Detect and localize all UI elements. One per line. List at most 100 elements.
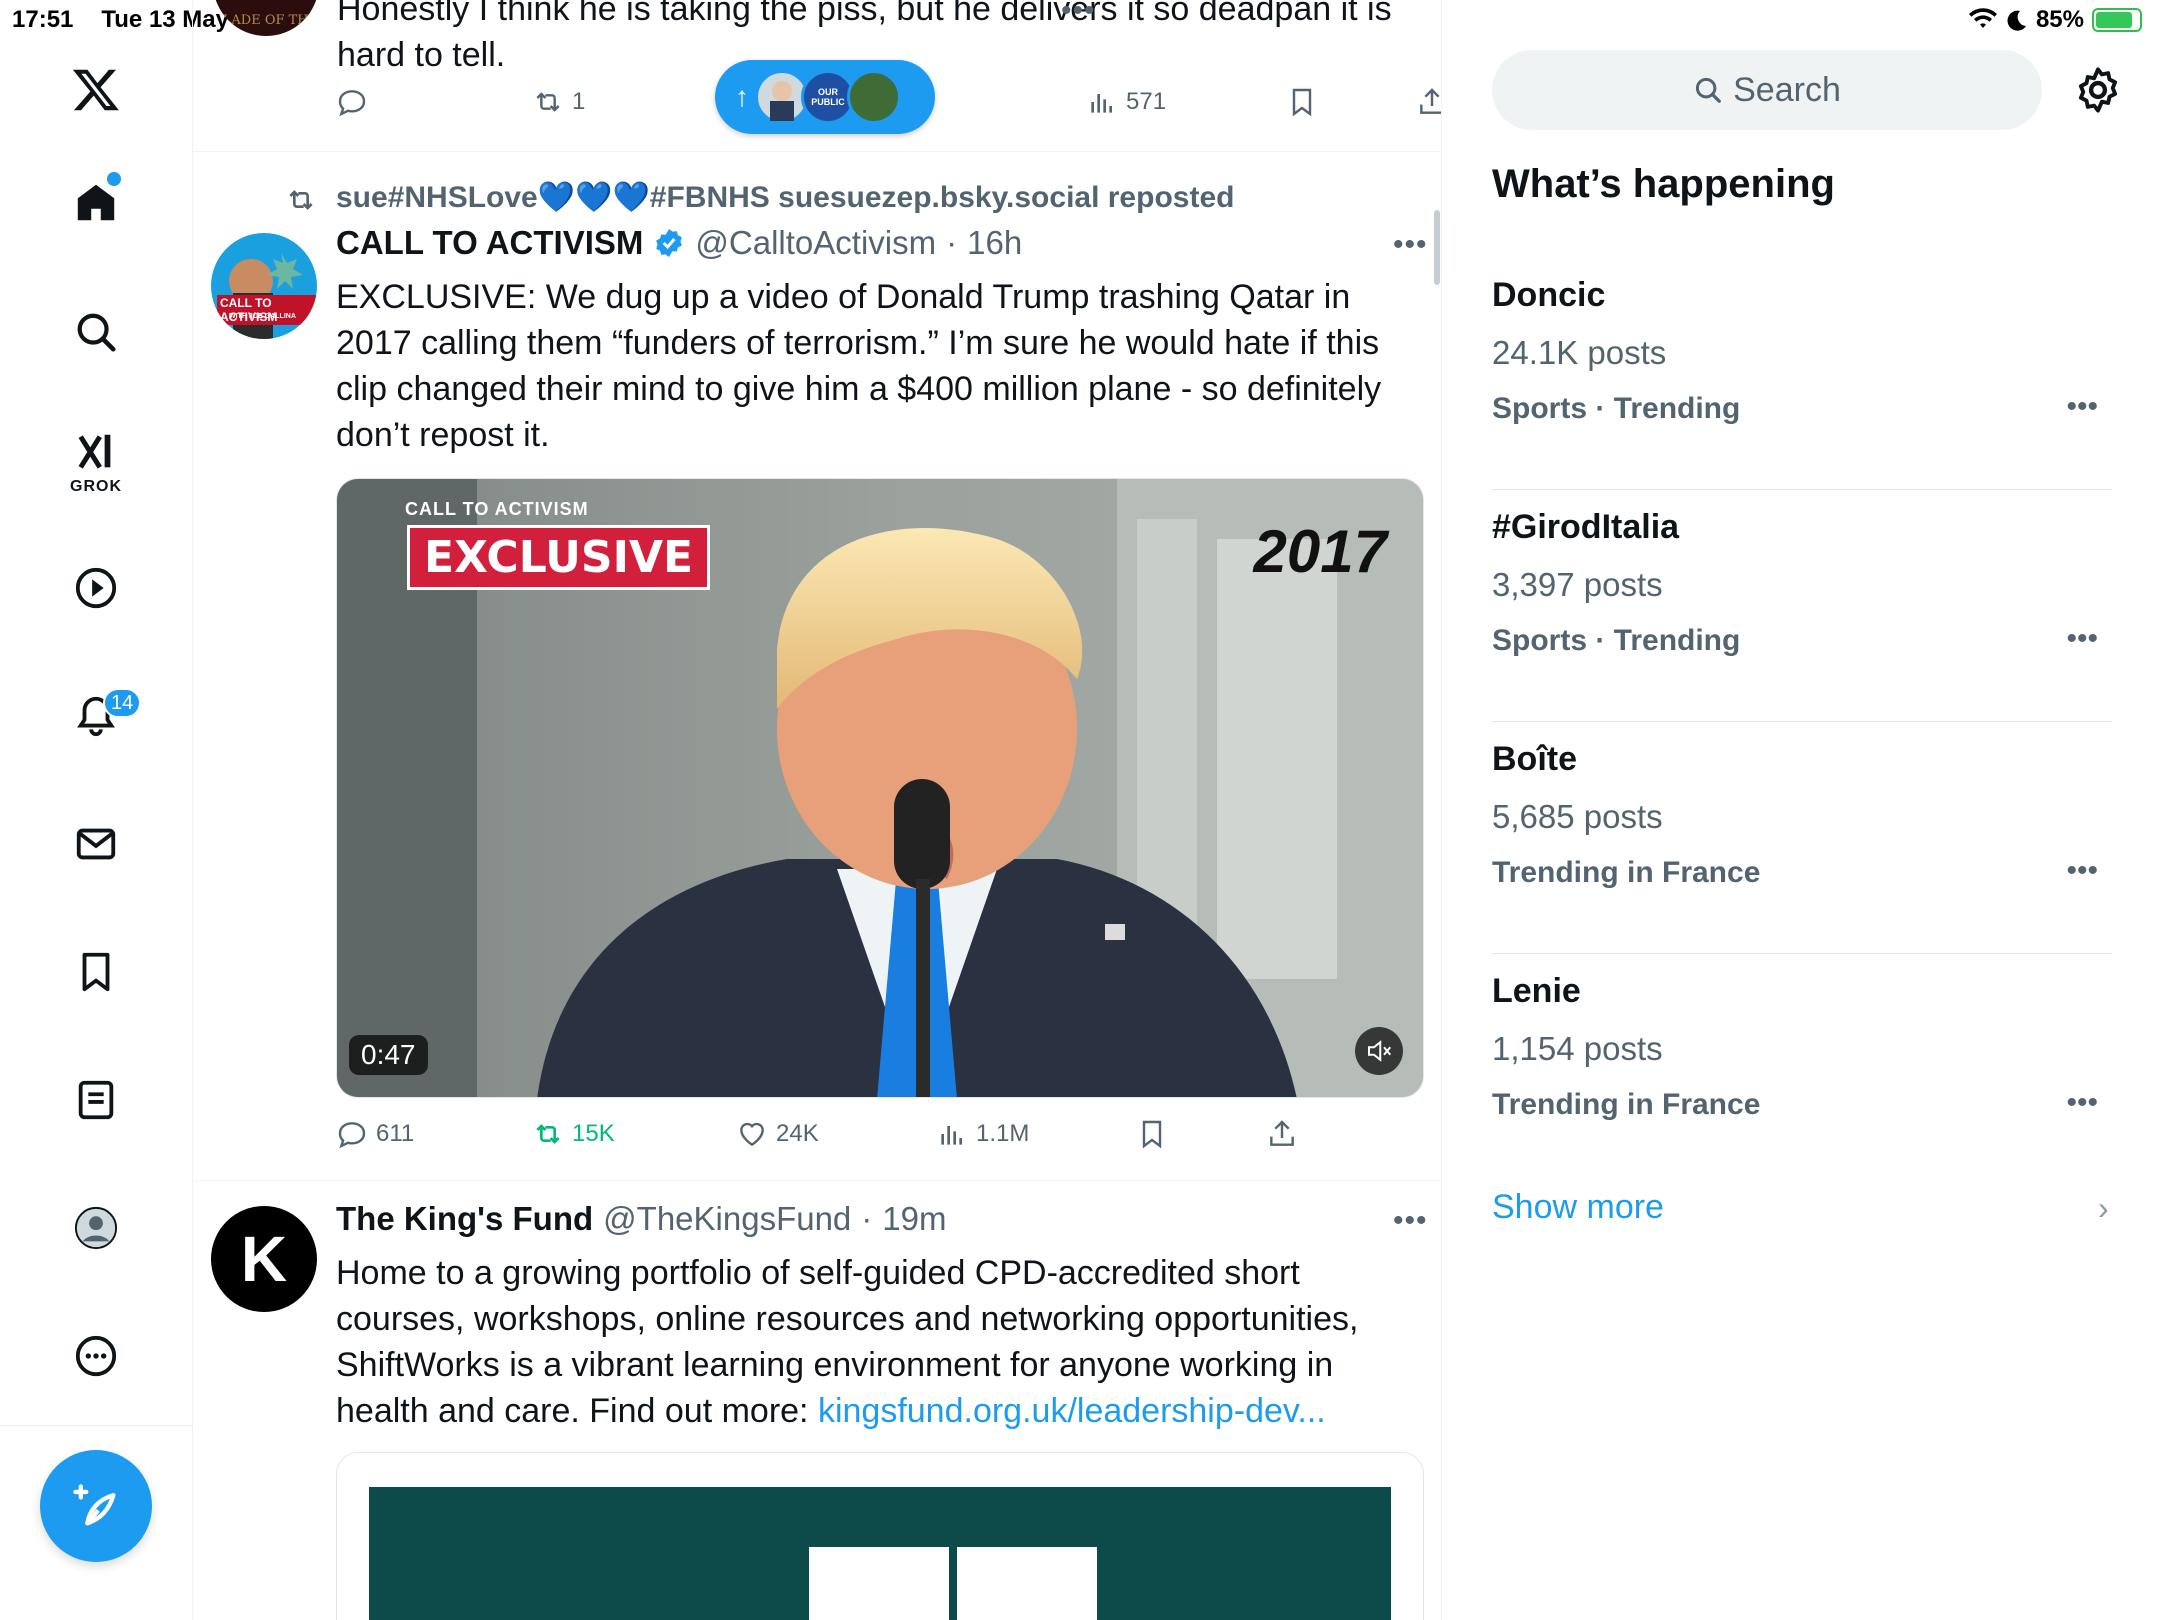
call-to-activism-avatar[interactable]: CALL TO ACTIVISM WITH JOE GALLINA [211,233,317,339]
arrow-up-icon: ↑ [735,81,749,112]
post1-video[interactable]: CALL TO ACTIVISM EXCLUSIVE 2017 0:47 [336,478,1424,1098]
heart-icon [740,1122,764,1147]
link-card[interactable] [336,1452,1424,1620]
trend-context: Trending in France [1492,856,1761,889]
x-logo-icon[interactable] [66,60,126,120]
trend-name: Boîte [1492,740,1577,778]
lists-icon[interactable] [66,1070,126,1130]
author-handle[interactable]: @TheKingsFund [603,1200,851,1238]
trend-item[interactable]: Lenie 1,154 posts Trending in France ••• [1492,954,2112,1186]
reply-button[interactable]: 611 [336,1118,414,1150]
trend-more-icon[interactable]: ••• [2066,390,2098,424]
trend-count: 1,154 posts [1492,1030,1663,1067]
pill-avatar-3 [847,70,901,124]
repost-count: 15K [572,1120,615,1147]
gear-icon [2078,67,2118,113]
trend-more-icon[interactable]: ••• [2066,1086,2098,1120]
post-divider [193,151,1441,152]
share-icon [1270,1120,1294,1146]
search-input[interactable]: Search [1492,50,2042,130]
views-button[interactable]: 571 [1086,86,1166,118]
compose-button[interactable] [40,1450,152,1562]
grok-icon[interactable] [66,422,126,482]
search-placeholder: Search [1733,70,1841,109]
repost-icon [536,1124,560,1144]
post1-actions: 611 15K 24K 1.1M [336,1118,1336,1168]
post1-text: EXCLUSIVE: We dug up a video of Donald T… [336,278,1382,454]
views-count: 571 [1126,88,1167,115]
trend-item[interactable]: Boîte 5,685 posts Trending in France ••• [1492,722,2112,954]
trend-context: Trending in France [1492,1088,1761,1121]
video-banner-text: EXCLUSIVE [407,525,711,590]
compose-icon [73,1484,116,1526]
video-year-text: 2017 [1253,518,1387,585]
more-icon[interactable] [66,1326,126,1386]
reply-button[interactable] [336,86,368,118]
reply-icon [338,90,366,117]
repost-button[interactable]: 15K [532,1118,615,1150]
search-icon [1696,77,1721,103]
share-button[interactable] [1416,86,1441,118]
views-button[interactable]: 1.1M [936,1118,1029,1150]
more-icon[interactable]: ••• [1061,0,1096,28]
repost-icon [536,92,560,112]
trend-count: 3,397 posts [1492,566,1663,603]
post-time[interactable]: 19m [882,1200,946,1238]
notifications-badge: 14 [103,688,142,718]
bookmark-icon [1142,1120,1162,1149]
trend-count: 5,685 posts [1492,798,1663,835]
bookmarks-icon[interactable] [66,942,126,1002]
show-more-link[interactable]: Show more [1492,1188,1664,1227]
repost-count: 1 [572,88,586,115]
messages-icon[interactable] [66,814,126,874]
timeline-feed[interactable]: SLADE OF THE Honestly I think he is taki… [193,0,1442,1620]
search-icon[interactable] [66,302,126,362]
author-name[interactable]: The King's Fund [336,1200,593,1238]
post2-text: Home to a growing portfolio of self-guid… [336,1254,1359,1430]
mute-button[interactable] [1355,1027,1403,1075]
trend-count: 24.1K posts [1492,334,1667,371]
share-button[interactable] [1266,1118,1298,1150]
bookmark-icon [1292,88,1312,117]
repost-attribution[interactable]: sue#NHSLove💙💙💙#FBNHS suesuezep.bsky.soci… [336,180,1234,215]
kings-fund-avatar[interactable]: K [211,1206,317,1312]
post-time[interactable]: 16h [967,224,1022,262]
trend-name: #GirodItalia [1492,508,1680,546]
settings-button[interactable] [2072,64,2124,116]
grok-label: GROK [70,478,122,495]
repost-indicator-icon [285,184,317,221]
profile-icon[interactable] [66,1198,126,1258]
trend-item[interactable]: #GirodItalia 3,397 posts Sports · Trendi… [1492,490,2112,722]
trend-more-icon[interactable]: ••• [2066,854,2098,888]
nav-separator [0,1425,193,1426]
speaker-muted-icon [1368,1040,1392,1062]
like-button[interactable]: 24K [736,1118,819,1150]
link-card-image [369,1487,1391,1620]
new-posts-pill[interactable]: ↑ OUR PUBLIC [715,60,935,134]
author-handle[interactable]: @CalltoActivism [695,224,936,262]
repost-button[interactable]: 1 [532,86,585,118]
trend-name: Doncic [1492,276,1606,314]
trend-name: Lenie [1492,972,1581,1010]
trend-item[interactable]: Doncic 24.1K posts Sports · Trending ••• [1492,258,2112,490]
trend-context: Sports · Trending [1492,624,1741,657]
post-more-icon[interactable]: ••• [1393,228,1428,262]
author-name[interactable]: CALL TO ACTIVISM [336,224,643,262]
trend-more-icon[interactable]: ••• [2066,622,2098,656]
right-sidebar: Search What’s happening Doncic 24.1K pos… [1442,0,2160,1620]
post2-header: The King's Fund @TheKingsFund · 19m [336,1200,947,1238]
post2-link[interactable]: kingsfund.org.uk/leadership-dev... [818,1392,1326,1430]
trend-context: Sports · Trending [1492,392,1741,425]
post1-header: CALL TO ACTIVISM @CalltoActivism · 16h [336,224,1022,262]
like-count: 24K [776,1120,819,1147]
scrollbar-thumb[interactable] [1434,210,1440,285]
post-more-icon[interactable]: ••• [1393,1204,1428,1238]
bookmark-button[interactable] [1136,1118,1168,1150]
bookmark-button[interactable] [1286,86,1318,118]
share-icon [1420,88,1441,114]
views-icon [1091,94,1112,113]
video-brand-text: CALL TO ACTIVISM [405,499,589,519]
video-icon[interactable] [66,558,126,618]
prev-post-avatar[interactable]: SLADE OF THE [213,0,319,36]
verified-badge-icon [656,229,683,257]
